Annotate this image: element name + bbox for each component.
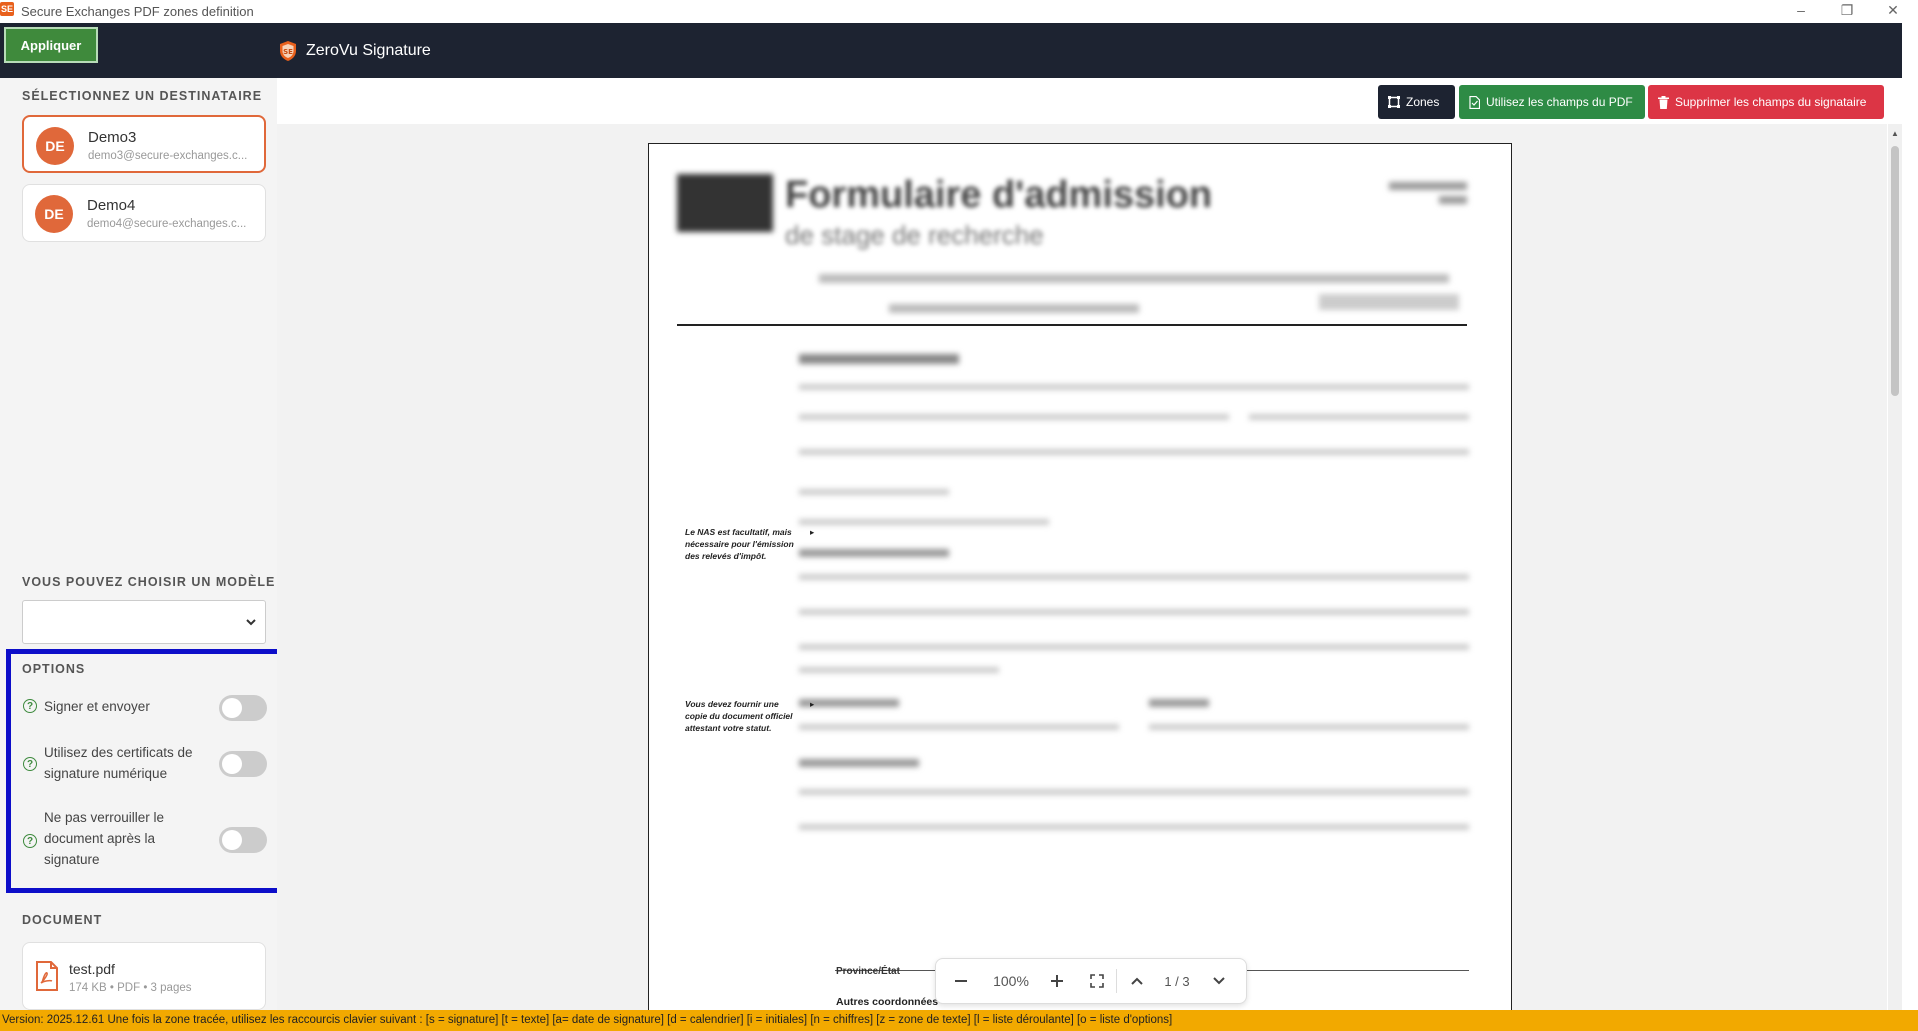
page-indicator: 1 / 3: [1164, 973, 1190, 989]
fit-page-button[interactable]: [1078, 959, 1116, 1003]
blurred-text: [1149, 724, 1469, 730]
chevron-down-icon: [1213, 977, 1225, 985]
blurred-text: [799, 414, 1229, 420]
recipient-card-demo3[interactable]: DE Demo3 demo3@secure-exchanges.c...: [22, 115, 266, 173]
pdf-fields-icon: [1469, 95, 1480, 109]
arrow-right-icon: ▸: [810, 527, 815, 537]
zones-button[interactable]: Zones: [1378, 85, 1455, 119]
zoom-level: 100%: [993, 973, 1029, 989]
minimize-icon[interactable]: –: [1778, 0, 1824, 23]
note-official-copy: Vous devez fournir une copie du document…: [685, 698, 814, 734]
template-label: VOUS POUVEZ CHOISIR UN MODÈLE: [22, 575, 276, 589]
use-pdf-fields-label: Utilisez les champs du PDF: [1486, 95, 1633, 109]
form-title: Formulaire d'admission: [785, 174, 1213, 216]
blurred-text: [799, 759, 919, 767]
document-meta: 174 KB • PDF • 3 pages: [69, 982, 192, 994]
brand: SE ZeroVu Signature: [278, 40, 431, 62]
blurred-text: [799, 354, 959, 364]
apply-button[interactable]: Appliquer: [4, 27, 98, 63]
close-icon[interactable]: ✕: [1870, 0, 1916, 23]
autres-label: Autres coordonnées: [836, 996, 939, 1008]
blurred-text: [799, 724, 1119, 730]
form-subtitle: de stage de recherche: [785, 220, 1044, 250]
recipient-email: demo3@secure-exchanges.c...: [88, 150, 248, 162]
blurred-text: [1439, 196, 1467, 204]
blurred-text: [799, 449, 1469, 455]
restore-icon[interactable]: ❐: [1824, 0, 1870, 23]
minus-icon: [955, 980, 967, 982]
zoom-toolbar: 100% 1 / 3: [935, 958, 1247, 1004]
trash-icon: [1658, 95, 1669, 109]
scroll-up-icon[interactable]: ▲: [1891, 129, 1899, 138]
zoom-out-button[interactable]: [936, 959, 986, 1003]
blurred-text: [1319, 294, 1459, 310]
blurred-text: [819, 274, 1449, 283]
delete-signer-fields-label: Supprimer les champs du signataire: [1675, 95, 1867, 109]
blurred-text: [799, 789, 1469, 795]
zones-icon: [1388, 96, 1400, 108]
blurred-text: [799, 519, 1049, 525]
plus-icon: [1051, 975, 1063, 987]
avatar: DE: [36, 127, 74, 165]
brand-name: ZeroVu Signature: [306, 42, 431, 59]
blurred-text: [799, 824, 1469, 830]
vertical-scrollbar[interactable]: ▲: [1888, 124, 1902, 1010]
use-pdf-fields-button[interactable]: Utilisez les champs du PDF: [1459, 85, 1645, 119]
note-nas-text: Le NAS est facultatif, mais nécessaire p…: [685, 527, 794, 561]
province-label: Province/État: [836, 966, 900, 977]
blurred-text: [799, 644, 1469, 650]
previous-page-button[interactable]: [1117, 959, 1157, 1003]
divider: [677, 324, 1467, 326]
scrollbar-thumb[interactable]: [1891, 146, 1899, 396]
blurred-text: [799, 667, 999, 673]
delete-signer-fields-button[interactable]: Supprimer les champs du signataire: [1648, 85, 1884, 119]
shield-logo-icon: SE: [280, 41, 296, 61]
recipient-card-demo4[interactable]: DE Demo4 demo4@secure-exchanges.c...: [22, 184, 266, 242]
zones-label: Zones: [1406, 95, 1440, 109]
svg-text:SE: SE: [283, 48, 293, 56]
blurred-text: [799, 609, 1469, 615]
blurred-text: [889, 304, 1139, 313]
blurred-text: [1389, 182, 1467, 190]
zoom-in-button[interactable]: [1036, 959, 1078, 1003]
options-highlight-box: [6, 649, 296, 893]
pdf-file-icon: [36, 961, 58, 991]
blurred-text: [799, 549, 949, 557]
document-card[interactable]: test.pdf 174 KB • PDF • 3 pages: [22, 942, 266, 1010]
note-copy-text: Vous devez fournir une copie du document…: [685, 699, 793, 733]
avatar: DE: [35, 195, 73, 233]
recipient-name: Demo3: [88, 129, 137, 146]
pdf-page[interactable]: Formulaire d'admission de stage de reche…: [648, 143, 1512, 1010]
app-header: Appliquer SE ZeroVu Signature: [0, 23, 1902, 78]
next-page-button[interactable]: [1197, 959, 1241, 1003]
blurred-text: [799, 574, 1469, 580]
blurred-text: [799, 384, 1469, 390]
select-recipient-label: SÉLECTIONNEZ UN DESTINATAIRE: [22, 89, 263, 103]
recipient-name: Demo4: [87, 197, 136, 214]
blurred-text: [1249, 414, 1469, 420]
blurred-text: [1149, 699, 1209, 707]
blurred-text: [799, 489, 949, 495]
status-bar: Version: 2025.12.61 Une fois la zone tra…: [0, 1010, 1918, 1031]
window-title: Secure Exchanges PDF zones definition: [21, 4, 254, 19]
note-nas: Le NAS est facultatif, mais nécessaire p…: [685, 526, 814, 562]
document-name: test.pdf: [69, 961, 115, 977]
blurred-logo: [677, 174, 773, 232]
recipient-email: demo4@secure-exchanges.c...: [87, 218, 247, 230]
arrow-right-icon: ▸: [810, 699, 815, 709]
pdf-viewer[interactable]: Formulaire d'admission de stage de reche…: [277, 124, 1887, 1010]
document-label: DOCUMENT: [22, 913, 103, 927]
chevron-down-icon: [246, 619, 256, 626]
template-select[interactable]: [22, 600, 266, 644]
fullscreen-icon: [1090, 974, 1104, 988]
window-titlebar: SE Secure Exchanges PDF zones definition…: [0, 0, 1918, 23]
app-logo-icon: SE: [0, 2, 14, 16]
chevron-up-icon: [1131, 977, 1143, 985]
